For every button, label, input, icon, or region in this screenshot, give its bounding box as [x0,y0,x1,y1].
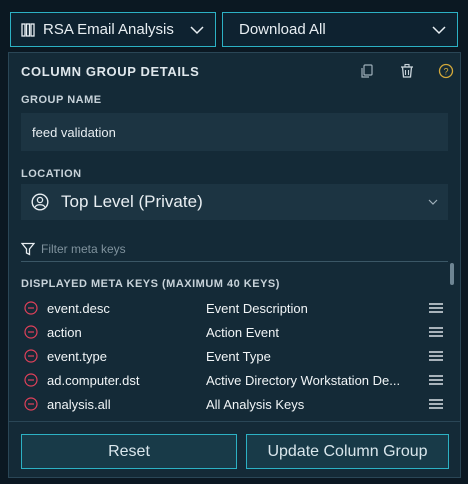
group-name-label: GROUP NAME [21,94,102,106]
location-select[interactable]: Top Level (Private) [21,184,448,220]
displayed-meta-keys-label: DISPLAYED META KEYS (MAXIMUM 40 KEYS) [21,278,280,290]
update-column-group-button[interactable]: Update Column Group [246,434,449,469]
chevron-down-icon [190,26,204,35]
trash-icon[interactable] [399,63,415,79]
remove-circle-icon[interactable] [24,397,38,411]
drag-handle-icon[interactable] [428,350,444,362]
meta-key-description: Event Description [206,300,308,316]
remove-circle-icon[interactable] [24,325,38,339]
group-name-value: feed validation [32,124,116,140]
meta-key-name: event.type [47,348,107,364]
columns-icon [21,22,35,37]
meta-key-description: Event Type [206,348,271,364]
copy-icon[interactable] [360,63,376,79]
funnel-icon [21,242,35,256]
download-dropdown[interactable]: Download All [222,12,458,47]
panel-title: COLUMN GROUP DETAILS [21,64,200,79]
drag-handle-icon[interactable] [428,302,444,314]
filter-meta-keys-input[interactable]: Filter meta keys [21,236,448,262]
group-name-input[interactable]: feed validation [21,113,448,151]
remove-circle-icon[interactable] [24,349,38,363]
scrollbar[interactable] [450,263,454,285]
download-dropdown-label: Download All [239,21,326,38]
user-circle-icon [31,193,49,211]
help-icon[interactable]: ? [438,63,454,79]
column-group-dropdown-label: RSA Email Analysis [43,21,174,38]
meta-key-row: event.type Event Type [21,344,446,368]
meta-key-description: All Analysis Keys [206,396,305,412]
meta-key-name: ad.computer.dst [47,372,140,388]
column-group-dropdown[interactable]: RSA Email Analysis [10,12,216,47]
meta-key-row: action Action Event [21,320,446,344]
footer-divider [9,421,460,422]
svg-text:?: ? [443,67,448,77]
drag-handle-icon[interactable] [428,374,444,386]
top-toolbar: RSA Email Analysis Download All [0,0,468,50]
column-group-details-panel: COLUMN GROUP DETAILS ? GROUP NAME feed v… [8,52,461,478]
drag-handle-icon[interactable] [428,398,444,410]
reset-button[interactable]: Reset [21,434,237,469]
meta-key-row: event.desc Event Description [21,296,446,320]
location-value: Top Level (Private) [61,192,203,211]
meta-key-row: analysis.all All Analysis Keys [21,392,446,416]
meta-key-name: action [47,324,82,340]
drag-handle-icon[interactable] [428,326,444,338]
remove-circle-icon[interactable] [24,373,38,387]
meta-key-name: event.desc [47,300,110,316]
meta-key-description: Action Event [206,324,279,340]
meta-key-row: ad.computer.dst Active Directory Worksta… [21,368,446,392]
meta-key-name: analysis.all [47,396,111,412]
chevron-down-icon [428,199,438,205]
chevron-down-icon [432,26,446,35]
meta-key-description: Active Directory Workstation De... [206,372,401,388]
filter-placeholder: Filter meta keys [41,241,126,256]
location-label: LOCATION [21,168,82,180]
remove-circle-icon[interactable] [24,301,38,315]
